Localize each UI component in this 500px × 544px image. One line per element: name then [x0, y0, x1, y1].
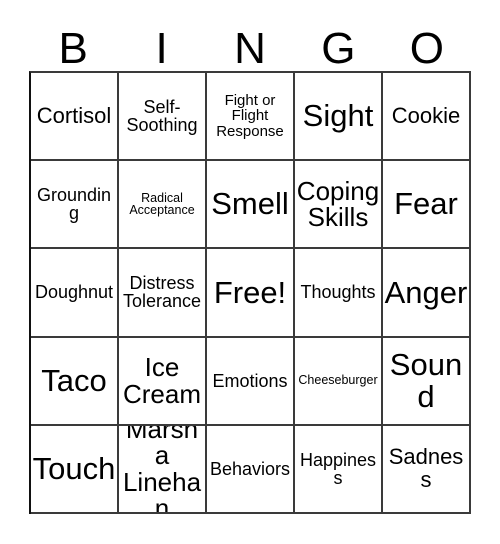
bingo-cell-label: Thoughts — [300, 282, 376, 303]
bingo-cell[interactable]: Ice Cream — [119, 337, 207, 426]
bingo-cell-label: Cookie — [391, 102, 461, 128]
header-letter-text: G — [321, 24, 356, 73]
bingo-header-letter-n: N — [206, 18, 294, 71]
bingo-cell-label: Smell — [211, 186, 289, 222]
bingo-cell[interactable]: Sound — [383, 337, 471, 426]
bingo-cell-label: Emotions — [212, 370, 288, 391]
bingo-card: B I N G O Cortisol Self-Soothing Fight o… — [0, 0, 500, 544]
bingo-cell-free[interactable]: Free! — [207, 249, 295, 338]
bingo-cell-label: Coping Skills — [296, 175, 380, 233]
bingo-cell-label: Happiness — [299, 449, 377, 488]
bingo-header-letter-g: G — [294, 18, 382, 71]
bingo-cell[interactable]: Sight — [295, 73, 383, 162]
bingo-header-letter-o: O — [383, 18, 471, 71]
bingo-cell[interactable]: Fear — [383, 161, 471, 250]
bingo-grid: Cortisol Self-Soothing Fight or Flight R… — [29, 71, 471, 514]
bingo-cell-label: Fear — [394, 186, 458, 222]
bingo-cell-label: Ice Cream — [122, 352, 201, 409]
bingo-cell[interactable]: Marsha Linehan — [119, 425, 207, 514]
bingo-header-letter-b: B — [29, 18, 117, 71]
bingo-cell[interactable]: Happiness — [295, 425, 383, 514]
bingo-cell[interactable]: Behaviors — [207, 425, 295, 514]
bingo-cell[interactable]: Self-Soothing — [119, 73, 207, 162]
bingo-cell-label: Taco — [41, 362, 107, 398]
bingo-cell-label: Anger — [384, 274, 468, 310]
bingo-header-letter-i: I — [117, 18, 205, 71]
bingo-cell[interactable]: Grounding — [31, 161, 119, 250]
bingo-cell[interactable]: Anger — [383, 249, 471, 338]
bingo-cell-label: Cheeseburger — [298, 373, 378, 388]
bingo-cell[interactable]: Coping Skills — [295, 161, 383, 250]
header-letter-text: B — [58, 24, 88, 73]
bingo-cell[interactable]: Emotions — [207, 337, 295, 426]
bingo-cell-label: Distress Tolerance — [122, 273, 202, 312]
bingo-cell-label: Behaviors — [209, 458, 291, 479]
bingo-cell[interactable]: Doughnut — [31, 249, 119, 338]
bingo-cell-label: Marsha Linehan — [122, 425, 202, 514]
bingo-cell[interactable]: Sadness — [383, 425, 471, 514]
bingo-cell[interactable]: Smell — [207, 161, 295, 250]
bingo-cell[interactable]: Touch — [31, 425, 119, 514]
bingo-cell[interactable]: Distress Tolerance — [119, 249, 207, 338]
bingo-cell-label: Touch — [32, 451, 116, 487]
bingo-cell[interactable]: Cookie — [383, 73, 471, 162]
bingo-cell-label: Sight — [302, 98, 374, 134]
bingo-cell[interactable]: Cortisol — [31, 73, 119, 162]
bingo-cell-label: Sadness — [388, 444, 464, 492]
bingo-cell[interactable]: Radical Acceptance — [119, 161, 207, 250]
bingo-cell[interactable]: Thoughts — [295, 249, 383, 338]
bingo-cell[interactable]: Fight or Flight Response — [207, 73, 295, 162]
bingo-cell-label: Grounding — [36, 184, 112, 224]
header-letter-text: O — [409, 24, 444, 73]
bingo-cell-label: Self-Soothing — [126, 96, 198, 136]
header-letter-text: N — [234, 24, 266, 73]
bingo-cell-label: Cortisol — [36, 102, 112, 128]
bingo-cell-label: Free! — [213, 274, 287, 310]
bingo-cell-label: Doughnut — [34, 282, 114, 303]
header-letter-text: I — [155, 24, 168, 73]
bingo-cell-label: Radical Acceptance — [129, 190, 195, 218]
bingo-cell-label: Sound — [389, 347, 463, 414]
bingo-header: B I N G O — [29, 18, 471, 71]
bingo-cell[interactable]: Taco — [31, 337, 119, 426]
bingo-cell-label: Fight or Flight Response — [216, 92, 284, 140]
bingo-cell[interactable]: Cheeseburger — [295, 337, 383, 426]
